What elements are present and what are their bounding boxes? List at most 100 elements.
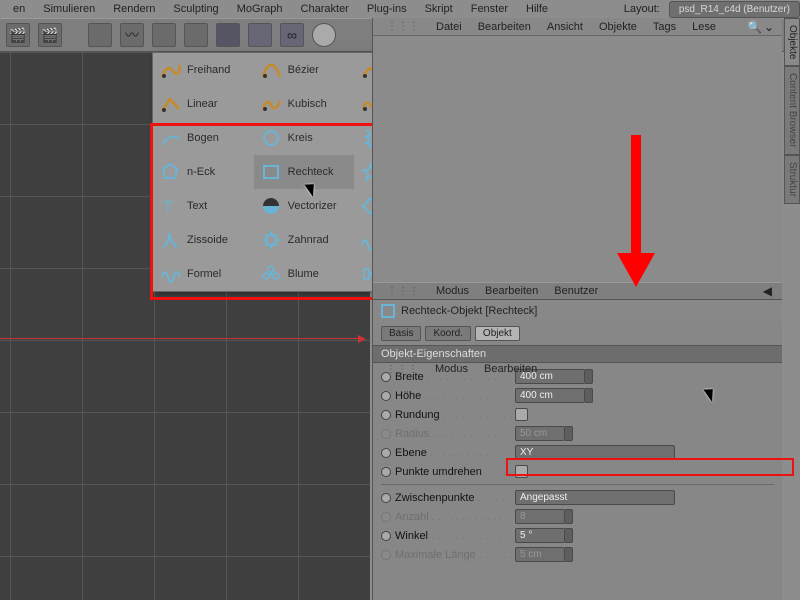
popup-item-label: Blume — [288, 268, 319, 280]
spinner-icon[interactable] — [585, 388, 593, 403]
back-arrow-icon[interactable]: ◀ — [755, 282, 782, 300]
attribute-manager-header: ⋮⋮⋮ Modus Bearbeiten Benutzer ◀ — [373, 282, 782, 300]
vectorizer-icon — [260, 195, 282, 217]
spline-text-item[interactable]: TText — [153, 189, 254, 223]
generator-icon[interactable] — [152, 23, 176, 47]
search-icon[interactable]: 🔍⌄ — [739, 18, 782, 36]
menu-item[interactable]: Modus — [427, 361, 476, 377]
zwischen-select[interactable]: Angepasst — [515, 490, 675, 505]
menu-item[interactable]: Tags — [645, 19, 684, 35]
keyframe-dot-icon[interactable] — [381, 467, 391, 477]
prop-hoehe: Höhe 400 cm — [381, 386, 774, 405]
spline-tool-icon[interactable]: 〰 — [120, 23, 144, 47]
object-title: Rechteck-Objekt [Rechteck] — [373, 300, 782, 322]
menu-item[interactable]: Objekte — [591, 19, 645, 35]
spinner-icon[interactable] — [585, 369, 593, 384]
keyframe-dot-icon — [381, 429, 391, 439]
prop-label: Radius — [395, 428, 515, 440]
menu-item[interactable]: Bearbeiten — [476, 361, 545, 377]
tool-icon[interactable] — [248, 23, 272, 47]
tab-koord[interactable]: Koord. — [425, 326, 470, 341]
flower-icon — [260, 263, 282, 285]
grip-icon[interactable]: ⋮⋮⋮ — [379, 19, 428, 34]
clapper-icon[interactable]: 🎬 — [6, 23, 30, 47]
clapper2-icon[interactable]: 🎬 — [38, 23, 62, 47]
layout-label: Layout: — [615, 1, 669, 17]
layout-select[interactable]: psd_R14_c4d (Benutzer) — [669, 1, 800, 18]
spline-formula-item[interactable]: Formel — [153, 257, 254, 291]
keyframe-dot-icon[interactable] — [381, 410, 391, 420]
deformer-icon[interactable] — [216, 23, 240, 47]
menu-item[interactable]: Sculpting — [164, 1, 227, 17]
menu-item[interactable]: Rendern — [104, 1, 164, 17]
grip-icon[interactable]: ⋮⋮⋮ — [378, 362, 427, 377]
menu-item[interactable]: Hilfe — [517, 1, 557, 17]
menu-item[interactable]: Plug-ins — [358, 1, 416, 17]
spline-cog-item[interactable]: Zahnrad — [254, 223, 355, 257]
popup-item-label: Freihand — [187, 64, 230, 76]
spline-arc-item[interactable]: Bogen — [153, 121, 254, 155]
prop-ebene: Ebene XY — [381, 443, 774, 462]
menu-item[interactable]: en — [4, 1, 34, 17]
spline-circle-item[interactable]: Kreis — [254, 121, 355, 155]
menu-item[interactable]: Modus — [428, 283, 477, 299]
rectangle-icon — [381, 304, 395, 318]
menu-item[interactable]: Skript — [416, 1, 462, 17]
spline-linear-item[interactable]: Linear — [153, 87, 254, 121]
tab-content-browser[interactable]: Content Browser — [784, 66, 800, 154]
prop-punkte: Punkte umdrehen — [381, 462, 774, 481]
spinner-icon[interactable] — [565, 528, 573, 543]
generator2-icon[interactable] — [184, 23, 208, 47]
menu-item[interactable]: Simulieren — [34, 1, 104, 17]
punkte-checkbox[interactable] — [515, 465, 528, 478]
ebene-select[interactable]: XY — [515, 445, 675, 460]
spline-flower-item[interactable]: Blume — [254, 257, 355, 291]
spline-cissoid-item[interactable]: Zissoide — [153, 223, 254, 257]
keyframe-dot-icon — [381, 550, 391, 560]
tab-structure[interactable]: Struktur — [784, 155, 800, 204]
arc-icon — [159, 127, 181, 149]
spinner-icon — [565, 509, 573, 524]
tab-basis[interactable]: Basis — [381, 326, 421, 341]
grip-icon[interactable]: ⋮⋮⋮ — [379, 284, 428, 299]
popup-item-label: Kreis — [288, 132, 313, 144]
menu-item[interactable]: Bearbeiten — [477, 283, 546, 299]
spline-freehand-item[interactable]: Freihand — [153, 53, 254, 87]
menu-item[interactable]: Datei — [428, 19, 470, 35]
menu-item[interactable]: Fenster — [462, 1, 517, 17]
spline-rect-item[interactable]: Rechteck — [254, 155, 355, 189]
prop-anzahl: Anzahl 8 — [381, 507, 774, 526]
tab-objekt[interactable]: Objekt — [475, 326, 520, 341]
tab-objects[interactable]: Objekte — [784, 18, 800, 66]
menu-item[interactable]: MoGraph — [228, 1, 292, 17]
spline-neck-item[interactable]: n-Eck — [153, 155, 254, 189]
keyframe-dot-icon[interactable] — [381, 391, 391, 401]
rundung-checkbox[interactable] — [515, 408, 528, 421]
hoehe-field[interactable]: 400 cm — [515, 388, 585, 403]
circle-icon — [260, 127, 282, 149]
popup-item-label: Zahnrad — [288, 234, 329, 246]
cubic-icon — [260, 93, 282, 115]
menu-item[interactable]: Benutzer — [546, 283, 606, 299]
spline-cubic-item[interactable]: Kubisch — [254, 87, 355, 121]
spline-bezier-item[interactable]: Bézier — [254, 53, 355, 87]
tool2-icon[interactable]: ∞ — [280, 23, 304, 47]
menu-item[interactable]: Charakter — [292, 1, 358, 17]
winkel-field[interactable]: 5 ° — [515, 528, 565, 543]
menu-item[interactable]: Ansicht — [539, 19, 591, 35]
object-manager-menu: ⋮⋮⋮ Datei Bearbeiten Ansicht Objekte Tag… — [373, 18, 782, 36]
main-menu: en Simulieren Rendern Sculpting MoGraph … — [0, 0, 800, 18]
spinner-icon — [565, 547, 573, 562]
object-manager-body[interactable] — [373, 36, 782, 282]
popup-item-label: Formel — [187, 268, 221, 280]
menu-item[interactable]: Bearbeiten — [470, 19, 539, 35]
right-dock-tabs: Objekte Content Browser Struktur — [784, 18, 800, 204]
tool3-icon[interactable] — [312, 23, 336, 47]
popup-item-label: Rechteck — [288, 166, 334, 178]
spline-vectorizer-item[interactable]: Vectorizer — [254, 189, 355, 223]
keyframe-dot-icon[interactable] — [381, 493, 391, 503]
keyframe-dot-icon[interactable] — [381, 448, 391, 458]
keyframe-dot-icon[interactable] — [381, 531, 391, 541]
menu-item[interactable]: Lese — [684, 19, 724, 35]
primitive-cube-icon[interactable] — [88, 23, 112, 47]
